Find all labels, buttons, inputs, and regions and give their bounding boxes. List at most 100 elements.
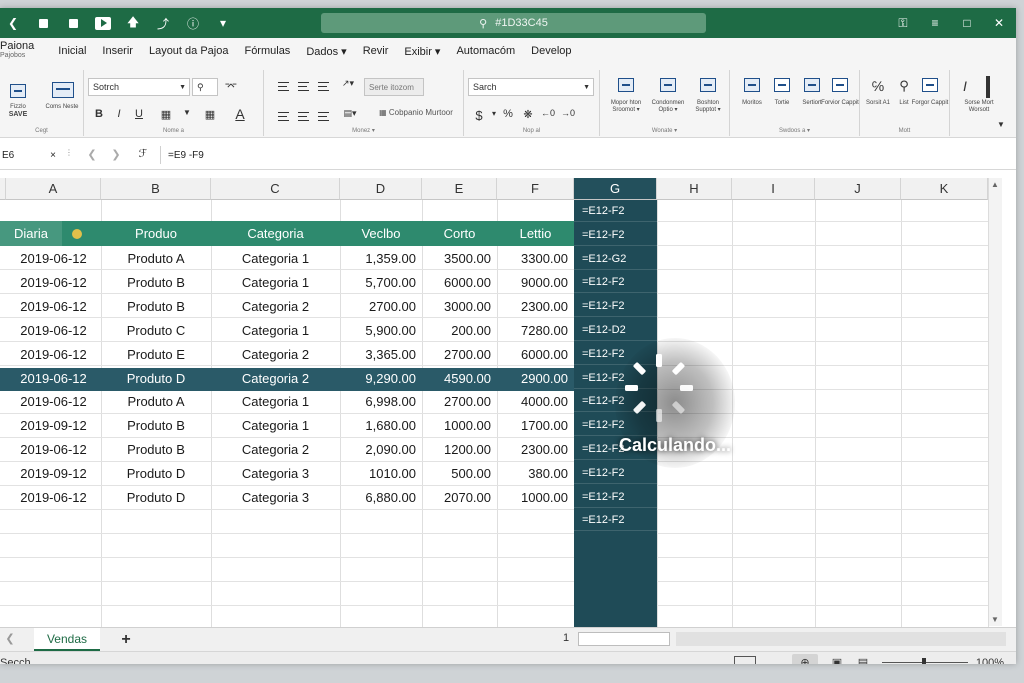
header-cell-date[interactable]: Diaria: [0, 221, 62, 246]
header-cell-product[interactable]: Produo: [101, 221, 211, 246]
clear-icon[interactable]: [922, 78, 938, 92]
header-cell-cost[interactable]: Corto: [422, 221, 497, 246]
sheet-tab-vendas[interactable]: Vendas: [34, 628, 100, 651]
minimize-square-icon[interactable]: [34, 14, 52, 32]
lines-icon[interactable]: ≡: [926, 14, 944, 32]
cell-profit[interactable]: 9000.00: [497, 270, 574, 294]
header-cell-category[interactable]: Categoria: [211, 221, 340, 246]
cell-column-g[interactable]: =E12-F2: [582, 271, 625, 293]
cell-product[interactable]: Produto B: [101, 270, 211, 294]
title-search-box[interactable]: ⚲ #1D33C45: [321, 13, 706, 33]
cell-date[interactable]: 2019-06-12: [6, 294, 101, 318]
cell-column-g[interactable]: =E12-F2: [582, 200, 625, 222]
header-cell-profit[interactable]: Lettio: [497, 221, 574, 246]
cell-sales[interactable]: 5,700.00: [340, 270, 422, 294]
decrease-decimal-icon[interactable]: →0: [560, 108, 576, 118]
cell-product[interactable]: Produto A: [101, 389, 211, 413]
right-arrow-icon[interactable]: ❯: [110, 148, 122, 161]
cell-column-g[interactable]: =E12-F2: [582, 295, 625, 317]
delete-cells-icon[interactable]: [774, 78, 790, 92]
cell-product[interactable]: Produto D: [101, 366, 211, 390]
key-icon[interactable]: ⚿: [894, 14, 912, 32]
header-cell-sales[interactable]: Veclbo: [340, 221, 422, 246]
cell-sales[interactable]: 9,290.00: [340, 366, 422, 390]
column-header-g[interactable]: G: [574, 178, 657, 200]
paste-icon[interactable]: [10, 84, 26, 98]
align-middle-icon[interactable]: [298, 82, 309, 91]
column-header-a[interactable]: A: [6, 178, 101, 200]
menu-item-automate[interactable]: Automacóm: [448, 45, 523, 57]
cell-sales[interactable]: 3,365.00: [340, 342, 422, 366]
cell-category[interactable]: Categoria 1: [211, 246, 340, 270]
autosave-square-icon[interactable]: [64, 14, 82, 32]
merge-center-button[interactable]: ▦ Cobpanio Murtoor: [368, 108, 464, 117]
cell-styles-icon[interactable]: [700, 78, 716, 92]
cell-profit[interactable]: 6000.00: [497, 342, 574, 366]
borders-icon[interactable]: ▦: [158, 108, 174, 121]
ribbon-collapse-icon[interactable]: ▼: [996, 120, 1006, 129]
close-icon[interactable]: ✕: [990, 14, 1008, 32]
column-header-b[interactable]: B: [101, 178, 211, 200]
upload-icon[interactable]: 🡅: [124, 14, 142, 32]
fill-label-icon[interactable]: ▼: [180, 108, 194, 117]
font-color-icon[interactable]: A: [232, 106, 248, 122]
italic-icon[interactable]: I: [112, 108, 126, 120]
cell-profit[interactable]: 1700.00: [497, 413, 574, 437]
cancel-icon[interactable]: ×: [50, 150, 56, 161]
cell-category[interactable]: Categoria 1: [211, 318, 340, 342]
info-icon[interactable]: ⓘ: [184, 14, 202, 32]
cell-product[interactable]: Produto A: [101, 246, 211, 270]
zoom-level[interactable]: 100%: [974, 656, 1006, 664]
cell-profit[interactable]: 2300.00: [497, 437, 574, 461]
cell-date[interactable]: 2019-06-12: [6, 246, 101, 270]
cell-sales[interactable]: 2,090.00: [340, 437, 422, 461]
grid-icon[interactable]: ▦: [202, 108, 218, 121]
percent-icon[interactable]: ℅: [870, 78, 886, 94]
cell-date[interactable]: 2019-06-12: [6, 342, 101, 366]
fx-icon[interactable]: ℱ: [136, 147, 150, 160]
cell-column-g[interactable]: =E12-F2: [582, 486, 625, 508]
cell-product[interactable]: Produto C: [101, 318, 211, 342]
font-search-button[interactable]: ⚲: [192, 78, 218, 96]
cell-cost[interactable]: 6000.00: [422, 270, 497, 294]
copy-format-icon[interactable]: [52, 82, 74, 98]
cell-date[interactable]: 2019-06-12: [6, 318, 101, 342]
cell-cost[interactable]: 3500.00: [422, 246, 497, 270]
cell-date[interactable]: 2019-09-12: [6, 413, 101, 437]
restore-window-icon[interactable]: □: [958, 14, 976, 32]
cell-column-g[interactable]: =E12-G2: [582, 248, 626, 270]
cell-sales[interactable]: 1,359.00: [340, 246, 422, 270]
cell-product[interactable]: Produto D: [101, 485, 211, 509]
cell-product[interactable]: Produto E: [101, 342, 211, 366]
menu-item-formulas[interactable]: Fórmulas: [236, 45, 298, 57]
column-header-k[interactable]: K: [901, 178, 988, 200]
cell-date[interactable]: 2019-06-12: [6, 366, 101, 390]
menu-item-developer[interactable]: Develop: [523, 45, 579, 57]
conditional-format-icon[interactable]: [618, 78, 634, 92]
formula-input[interactable]: =E9 -F9: [168, 146, 204, 164]
align-bottom-icon[interactable]: [318, 82, 329, 91]
cell-date[interactable]: 2019-09-12: [6, 461, 101, 485]
cell-cost[interactable]: 1200.00: [422, 437, 497, 461]
name-box[interactable]: E6 ×: [0, 146, 60, 164]
horizontal-scrollbar[interactable]: [676, 632, 1006, 646]
cell-category[interactable]: Categoria 3: [211, 461, 340, 485]
display-settings-icon[interactable]: [734, 656, 756, 664]
cell-category[interactable]: Categoria 2: [211, 437, 340, 461]
align-right-icon[interactable]: [318, 112, 329, 121]
insert-cells-icon[interactable]: [744, 78, 760, 92]
currency-dropdown-icon[interactable]: ▾: [490, 109, 498, 118]
column-header-f[interactable]: F: [497, 178, 574, 200]
cell-profit[interactable]: 380.00: [497, 461, 574, 485]
cell-cost[interactable]: 200.00: [422, 318, 497, 342]
menu-item-layout[interactable]: Layout da Pajoa: [141, 45, 237, 57]
cell-cost[interactable]: 500.00: [422, 461, 497, 485]
currency-button[interactable]: $: [472, 108, 486, 123]
cell-category[interactable]: Categoria 1: [211, 389, 340, 413]
cell-profit[interactable]: 2900.00: [497, 366, 574, 390]
align-left-icon[interactable]: [278, 112, 289, 121]
menu-item-page[interactable]: Paiona Pajobos: [0, 41, 42, 61]
vertical-scrollbar[interactable]: ▲ ▼: [988, 178, 1002, 626]
cell-category[interactable]: Categoria 1: [211, 270, 340, 294]
cell-sales[interactable]: 2700.00: [340, 294, 422, 318]
